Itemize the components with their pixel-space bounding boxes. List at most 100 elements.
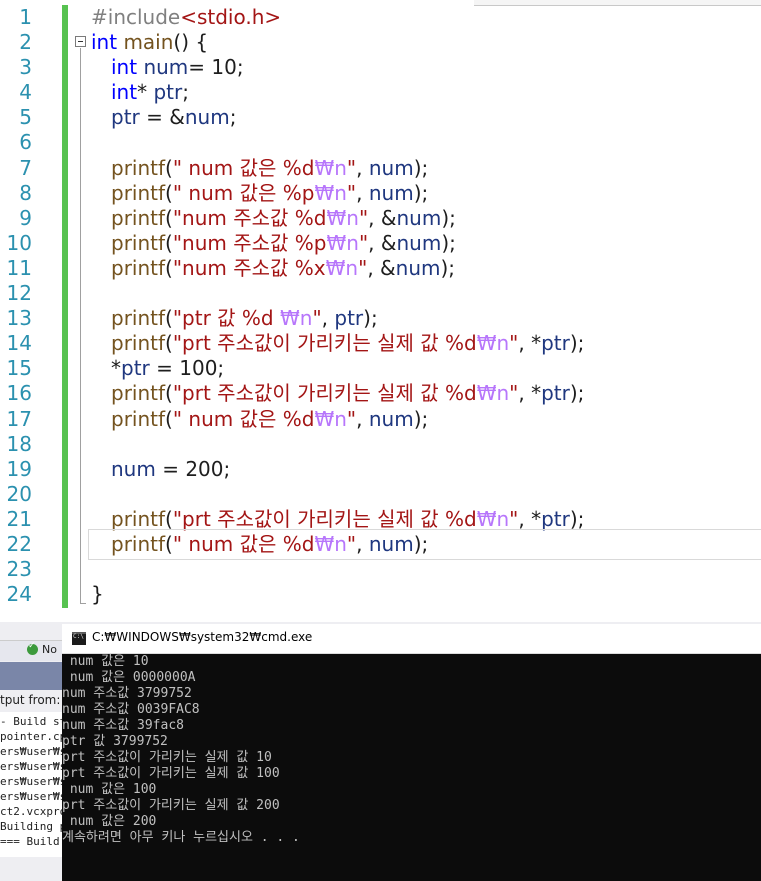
- console-icon: [72, 632, 86, 645]
- function-call: printf: [111, 381, 166, 406]
- console-prompt-line: 계속하려면 아무 키나 누르십시오 . . .: [62, 830, 300, 845]
- console-line: num 주소값 0039FAC8: [62, 702, 200, 717]
- escape-sequence: ₩n: [326, 230, 359, 255]
- code-token: (: [165, 381, 173, 406]
- code-line: int num= 10;: [91, 55, 761, 80]
- cmd-window[interactable]: C:₩WINDOWS₩system32₩cmd.exe num 값은 10 nu…: [62, 624, 761, 881]
- code-token: (: [165, 531, 173, 556]
- function-call: printf: [111, 180, 166, 205]
- string-quote: ": [358, 255, 368, 280]
- code-token: ,: [518, 381, 532, 406]
- code-token: ;: [182, 80, 189, 105]
- horizontal-scrollbar[interactable]: [0, 857, 64, 881]
- line-number: 3: [19, 55, 32, 80]
- line-number: 2: [19, 30, 32, 55]
- code-line: printf("num 주소값 %d₩n", &num);: [91, 206, 761, 231]
- line-number: 12: [6, 281, 32, 306]
- variable: ptr: [153, 80, 183, 105]
- code-token: );: [569, 506, 585, 531]
- code-token: = 100;: [149, 356, 225, 381]
- code-token: (: [165, 255, 173, 280]
- escape-sequence: ₩n: [476, 331, 510, 356]
- code-token: (: [165, 406, 173, 431]
- code-token: ,: [356, 531, 369, 556]
- keyword: int: [111, 55, 138, 80]
- code-token: ,: [356, 155, 369, 180]
- console-line: prt 주소값이 가리키는 실제 값 10: [62, 750, 272, 765]
- escape-sequence: ₩n: [476, 381, 510, 406]
- code-line: printf("prt 주소값이 가리키는 실제 값 %d₩n", *ptr);: [91, 331, 761, 356]
- line-number: 5: [19, 105, 32, 130]
- line-number: 19: [6, 456, 32, 481]
- code-area[interactable]: #include<stdio.h> int main() { int num= …: [88, 5, 761, 607]
- string-literal: "prt 주소값이 가리키는 실제 값 %d: [172, 381, 477, 406]
- change-tracking-bar: [62, 5, 68, 608]
- line-number: 21: [6, 506, 32, 531]
- variable: num: [368, 155, 414, 180]
- console-line: num 주소값 39fac8: [62, 718, 184, 733]
- string-quote: ": [346, 531, 357, 556]
- line-number: 17: [6, 406, 32, 431]
- code-line: printf("num 주소값 %p₩n", &num);: [91, 231, 761, 256]
- output-line: === Build:: [0, 835, 64, 848]
- issues-status-label[interactable]: No: [42, 643, 57, 656]
- console-line: prt 주소값이 가리키는 실제 값 200: [62, 798, 280, 813]
- code-token: ,: [321, 306, 335, 331]
- string-quote: ": [312, 306, 322, 331]
- code-token: ;: [229, 105, 237, 130]
- variable: ptr: [541, 506, 570, 531]
- string-quote: ": [509, 506, 519, 531]
- code-token: *: [531, 331, 542, 356]
- collapse-toggle-icon[interactable]: [75, 36, 86, 47]
- function-call: printf: [111, 230, 166, 255]
- line-number: 8: [19, 180, 32, 205]
- line-number: 16: [6, 381, 32, 406]
- escape-sequence: ₩n: [476, 506, 510, 531]
- code-line: int* ptr;: [91, 80, 761, 105]
- output-line: ers₩user₩so: [0, 745, 64, 758]
- output-line: ers₩user₩so: [0, 760, 64, 773]
- console-line: prt 주소값이 가리키는 실제 값 100: [62, 766, 280, 781]
- function-call: printf: [111, 406, 166, 431]
- code-line: ptr = &num;: [91, 105, 761, 130]
- code-token: (: [165, 205, 173, 230]
- code-line: printf("prt 주소값이 가리키는 실제 값 %d₩n", *ptr);: [91, 381, 761, 406]
- code-token: ,: [518, 331, 532, 356]
- string-quote: ": [509, 331, 519, 356]
- string-quote: ": [346, 406, 357, 431]
- function-call: printf: [111, 155, 166, 180]
- code-line: printf(" num 값은 %d₩n", num);: [91, 407, 761, 432]
- output-panel-header: [0, 662, 64, 690]
- output-source-label: tput from:: [0, 693, 61, 707]
- window-title: C:₩WINDOWS₩system32₩cmd.exe: [92, 630, 313, 644]
- variable: ptr: [541, 331, 570, 356]
- function-call: printf: [111, 531, 166, 556]
- escape-sequence: ₩n: [280, 306, 313, 331]
- code-line: num = 200;: [91, 457, 761, 482]
- code-line: int main() {: [91, 30, 761, 55]
- code-token: (: [165, 230, 173, 255]
- code-token: (: [165, 155, 173, 180]
- variable: num: [396, 205, 442, 230]
- console-output[interactable]: num 값은 10 num 값은 0000000A num 주소값 379975…: [62, 654, 761, 846]
- line-number: 14: [6, 331, 32, 356]
- function-name: main: [123, 30, 174, 55]
- escape-sequence: ₩n: [314, 531, 347, 556]
- code-token: (: [165, 506, 173, 531]
- cmd-title-bar[interactable]: C:₩WINDOWS₩system32₩cmd.exe: [62, 624, 761, 654]
- code-token: (: [165, 180, 173, 205]
- line-number: 10: [6, 230, 32, 255]
- escape-sequence: ₩n: [314, 180, 347, 205]
- code-token: );: [413, 180, 429, 205]
- variable: num: [143, 55, 189, 80]
- code-editor[interactable]: 1 2 3 4 5 6 7 8 9 10 11 12 13 14 15 16 1…: [0, 0, 761, 622]
- string-literal: " num 값은 %d: [172, 155, 315, 180]
- string-quote: ": [358, 230, 369, 255]
- variable: ptr: [111, 105, 140, 130]
- code-token: );: [441, 230, 456, 255]
- function-call: printf: [111, 306, 166, 331]
- console-line: num 값은 100: [62, 782, 157, 797]
- code-token: *: [531, 381, 542, 406]
